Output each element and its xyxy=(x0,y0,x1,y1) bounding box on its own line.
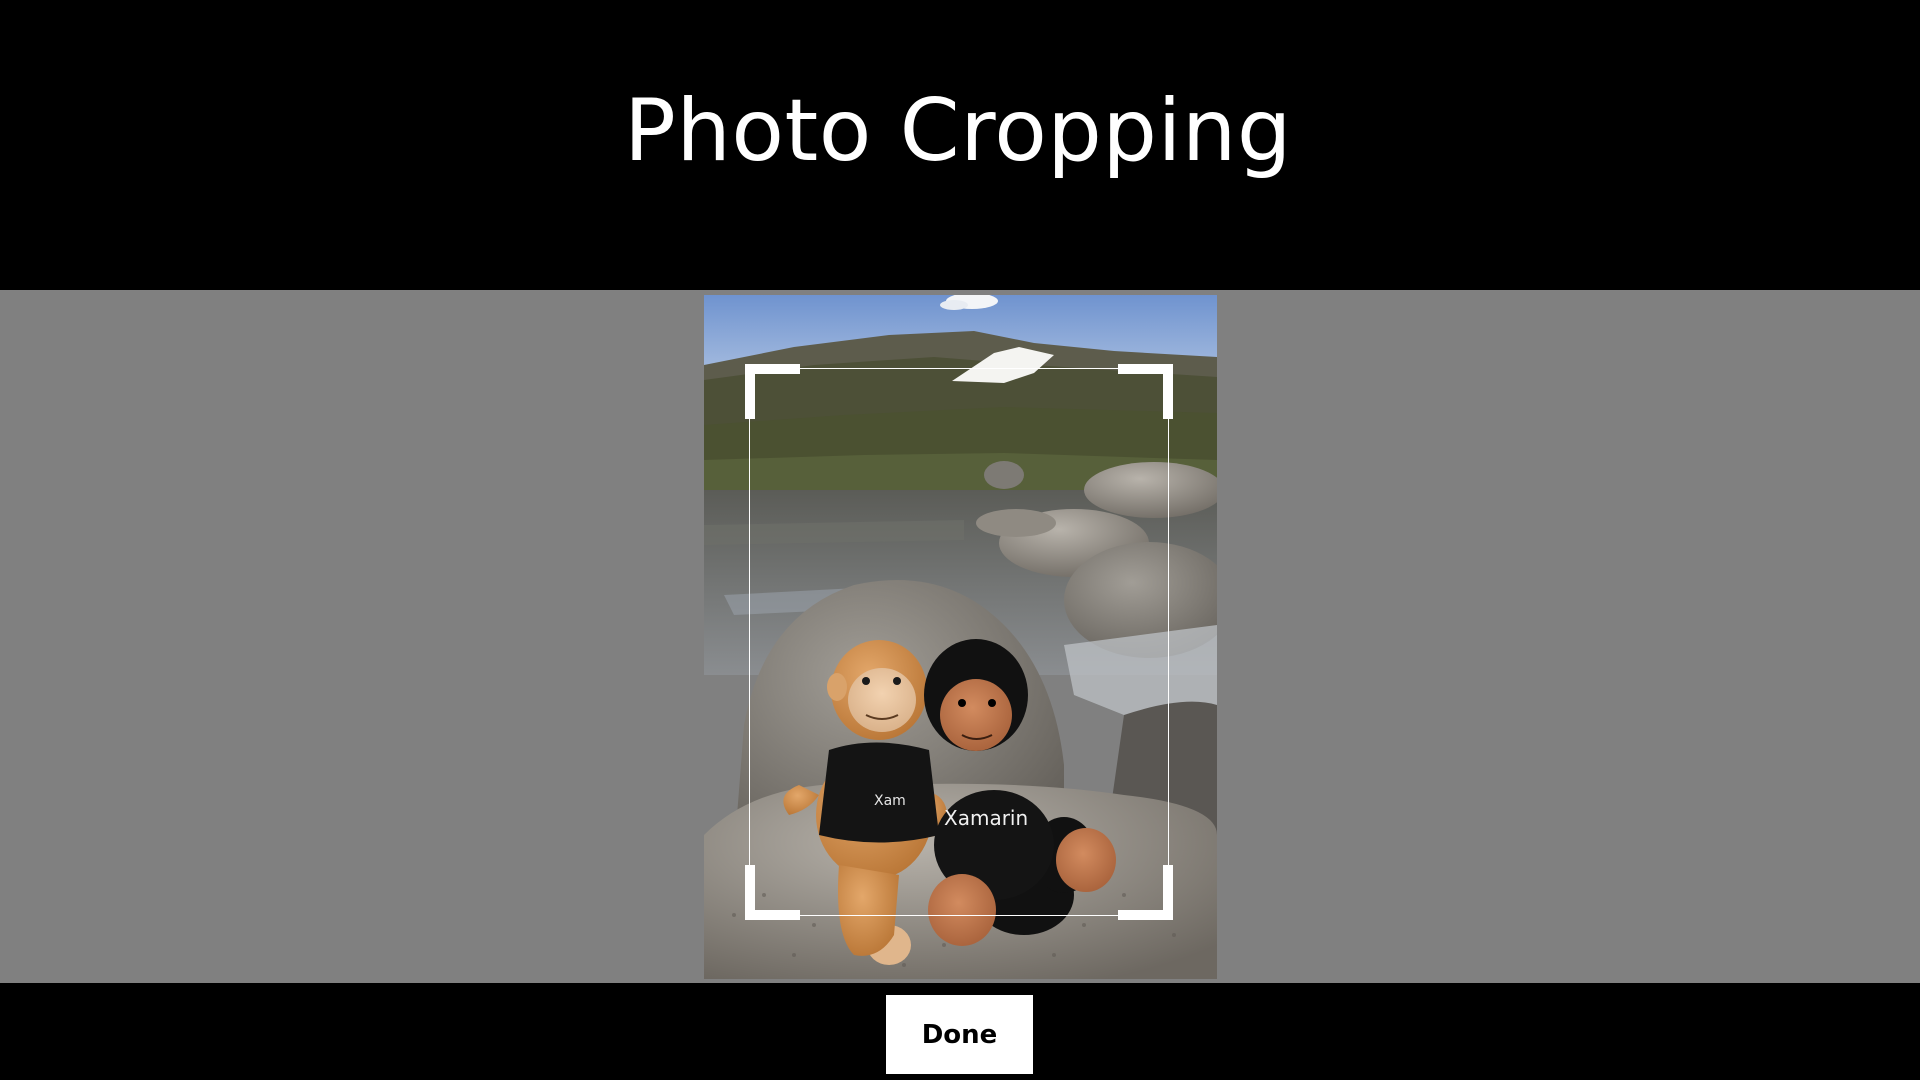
photo: Xam Xamarin xyxy=(704,295,1217,979)
crop-frame[interactable] xyxy=(745,364,1173,920)
crop-handle-top-right[interactable] xyxy=(1118,364,1173,419)
title-bar: Photo Cropping xyxy=(0,0,1920,290)
crop-handle-top-left[interactable] xyxy=(745,364,800,419)
crop-handle-bottom-right[interactable] xyxy=(1118,865,1173,920)
page-title: Photo Cropping xyxy=(624,81,1292,181)
crop-workspace: Xam Xamarin xyxy=(0,290,1920,983)
crop-handle-bottom-left[interactable] xyxy=(745,865,800,920)
done-button[interactable]: Done xyxy=(886,995,1033,1074)
bottom-bar: Done xyxy=(0,983,1920,1080)
